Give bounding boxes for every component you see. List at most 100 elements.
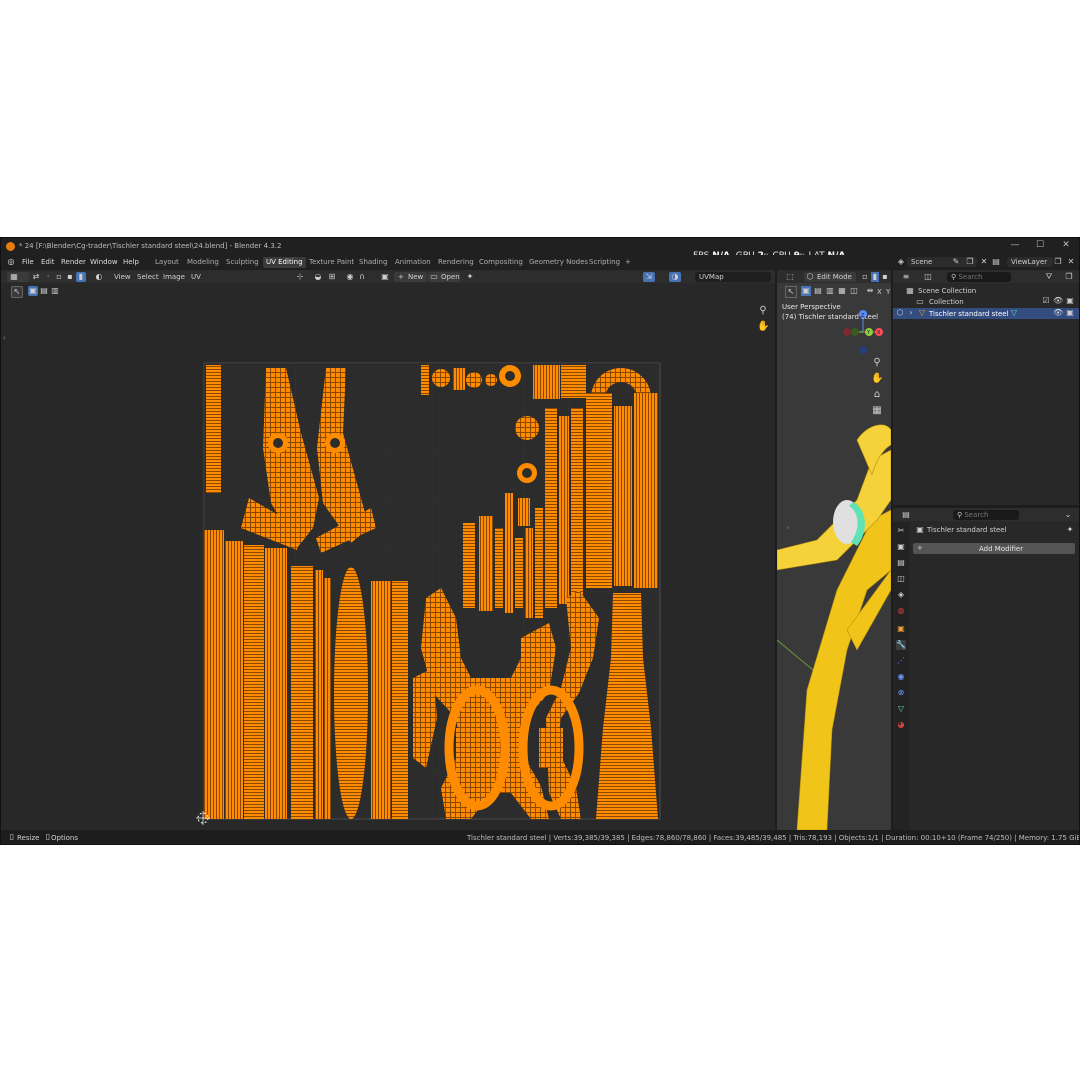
- properties-options-icon[interactable]: ⌄: [1063, 510, 1073, 520]
- delete-scene-icon[interactable]: ✕: [979, 257, 989, 267]
- tab-sculpting[interactable]: Sculpting: [223, 257, 262, 268]
- tab-uv-editing[interactable]: UV Editing: [263, 257, 306, 268]
- browse-image-icon[interactable]: ▣: [378, 272, 392, 282]
- vp-collapse-icon[interactable]: ‹: [787, 524, 790, 532]
- 3d-viewport-area[interactable]: ⬚ ⬡ Edit Mode ▫ ▮ ▪ ↖ ▣ ▤ ▥ ▦ ◫ ⇹ X Y Us…: [777, 270, 891, 830]
- toolbar-expand-icon[interactable]: ›: [3, 334, 6, 342]
- navigation-gizmo[interactable]: Z X Y: [843, 310, 883, 354]
- outliner-type-icon[interactable]: ≡: [899, 272, 913, 282]
- island-select-icon[interactable]: ▮: [76, 272, 86, 282]
- proportional-edit-icon[interactable]: ◉: [345, 272, 355, 282]
- new-view-layer-icon[interactable]: ❐: [1053, 257, 1063, 267]
- delete-view-layer-icon[interactable]: ✕: [1066, 257, 1076, 267]
- tab-animation[interactable]: Animation: [392, 257, 434, 268]
- constraints-tab-icon[interactable]: ⊗: [896, 688, 906, 698]
- tab-texture-paint[interactable]: Texture Paint: [306, 257, 357, 268]
- maximize-button[interactable]: ☐: [1031, 240, 1049, 252]
- scene-collection-label[interactable]: Scene Collection: [918, 287, 976, 295]
- edit-mode-row-icon[interactable]: ⬡: [895, 308, 905, 318]
- physics-tab-icon[interactable]: ◉: [896, 672, 906, 682]
- vp-camera-icon[interactable]: ⌂: [871, 390, 883, 400]
- uv-layout-drawing[interactable]: ›: [1, 298, 775, 830]
- object-render-icon[interactable]: ▣: [1065, 308, 1075, 318]
- tab-geometry-nodes[interactable]: Geometry Nodes: [526, 257, 591, 268]
- zoom-icon[interactable]: ⚲: [757, 306, 769, 316]
- menu-file[interactable]: File: [22, 258, 34, 266]
- select-tool-icon[interactable]: ↖: [11, 286, 23, 298]
- blender-menu-icon[interactable]: ◎: [6, 257, 16, 267]
- pivot-point-icon[interactable]: ⊹: [293, 272, 307, 282]
- select-new-icon[interactable]: ▣: [28, 286, 38, 296]
- collection-render-icon[interactable]: ▣: [1065, 296, 1075, 306]
- modifier-tab-icon[interactable]: 🔧: [896, 640, 906, 650]
- snap-target-icon[interactable]: ⊞: [325, 272, 339, 282]
- chair-mesh[interactable]: [777, 424, 891, 830]
- render-tab-icon[interactable]: ▣: [896, 542, 906, 552]
- pin-image-icon[interactable]: ✦: [465, 272, 475, 282]
- edge-select-icon[interactable]: ▫: [54, 272, 64, 282]
- menu-help[interactable]: Help: [123, 258, 139, 266]
- tab-shading[interactable]: Shading: [356, 257, 390, 268]
- collection-label[interactable]: Collection: [929, 298, 964, 306]
- properties-pin-icon[interactable]: ✦: [1065, 525, 1075, 535]
- mesh-data-icon[interactable]: ▽: [1009, 308, 1019, 318]
- pan-hand-icon[interactable]: ✋: [757, 322, 769, 332]
- outliner-search-input[interactable]: ⚲ Search: [947, 272, 1011, 282]
- menu-render[interactable]: Render: [61, 258, 86, 266]
- add-workspace-button[interactable]: +: [622, 257, 634, 268]
- outliner-area[interactable]: ≡ ◫ ⚲ Search ⛛ ❐ ▦ Scene Collection ▭ Co…: [893, 270, 1079, 505]
- properties-search-input[interactable]: ⚲ Search: [953, 510, 1019, 520]
- outliner-row-object[interactable]: ⬡ › ▽ Tischler standard steel ▽ 👁 ▣: [893, 308, 1079, 319]
- data-tab-icon[interactable]: ▽: [896, 704, 906, 714]
- uv-map-selector[interactable]: UVMap: [695, 272, 771, 282]
- tool-tab-icon[interactable]: ✂: [896, 526, 906, 536]
- vp-zoom-icon[interactable]: ⚲: [871, 358, 883, 368]
- properties-type-icon[interactable]: ▤: [899, 510, 913, 520]
- vp-pan-icon[interactable]: ✋: [871, 374, 883, 384]
- properties-area[interactable]: ▤ ⚲ Search ⌄ ✂ ▣ ▤ ◫ ◈ ◍ ▣ 🔧 ⋰ ◉ ⊗ ▽ ◕ ▣…: [893, 508, 1079, 830]
- view-layer-selector[interactable]: ViewLayer: [1007, 257, 1053, 267]
- collection-checkbox[interactable]: ☑: [1041, 296, 1051, 306]
- face-select-icon[interactable]: ▪: [65, 272, 75, 282]
- overlay-toggle-icon[interactable]: ◑: [669, 272, 681, 282]
- falloff-icon[interactable]: ∩: [357, 272, 367, 282]
- uv-menu-image[interactable]: Image: [163, 273, 185, 281]
- uv-editor-area[interactable]: ▦ ⇄ ⋅ ▫ ▪ ▮ ◐ View Select Image UV ⊹ ◒ ⊞…: [1, 270, 775, 830]
- collection-visibility-icon[interactable]: 👁: [1053, 296, 1063, 306]
- new-collection-icon[interactable]: ❐: [1063, 272, 1075, 282]
- tab-modeling[interactable]: Modeling: [184, 257, 222, 268]
- uv-menu-uv[interactable]: UV: [191, 273, 201, 281]
- particles-tab-icon[interactable]: ⋰: [896, 656, 906, 666]
- tab-compositing[interactable]: Compositing: [476, 257, 526, 268]
- material-tab-icon[interactable]: ◕: [896, 720, 906, 730]
- object-tab-icon[interactable]: ▣: [896, 624, 906, 634]
- snap-icon[interactable]: ◒: [311, 272, 325, 282]
- display-mode-icon[interactable]: ◫: [921, 272, 935, 282]
- menu-window[interactable]: Window: [90, 258, 118, 266]
- uv-canvas[interactable]: › ⚲ ✋: [1, 298, 775, 830]
- sync-selection-icon[interactable]: ⇄: [31, 272, 41, 282]
- expand-arrow-icon[interactable]: ›: [907, 308, 915, 318]
- viewport-scene[interactable]: Z X Y ‹: [777, 270, 891, 830]
- gizmo-toggle-icon[interactable]: ⇲: [643, 272, 655, 282]
- pin-icon[interactable]: ✎: [951, 257, 961, 267]
- minimize-button[interactable]: —: [1006, 240, 1024, 252]
- new-scene-icon[interactable]: ❐: [965, 257, 975, 267]
- tab-rendering[interactable]: Rendering: [435, 257, 477, 268]
- scene-tab-icon[interactable]: ◈: [896, 590, 906, 600]
- tab-layout[interactable]: Layout: [152, 257, 182, 268]
- select-subtract-icon[interactable]: ▥: [50, 286, 60, 296]
- add-modifier-button[interactable]: + Add Modifier: [913, 543, 1075, 554]
- tab-scripting[interactable]: Scripting: [586, 257, 623, 268]
- world-tab-icon[interactable]: ◍: [896, 606, 906, 616]
- object-visibility-icon[interactable]: 👁: [1053, 308, 1063, 318]
- vp-ortho-icon[interactable]: ▦: [871, 406, 883, 416]
- uv-menu-select[interactable]: Select: [137, 273, 159, 281]
- uv-menu-view[interactable]: View: [114, 273, 131, 281]
- view-layer-tab-icon[interactable]: ◫: [896, 574, 906, 584]
- select-extend-icon[interactable]: ▤: [39, 286, 49, 296]
- close-button[interactable]: ✕: [1057, 240, 1075, 252]
- menu-edit[interactable]: Edit: [41, 258, 55, 266]
- filter-icon[interactable]: ⛛: [1043, 272, 1055, 282]
- sticky-select-icon[interactable]: ◐: [92, 272, 106, 282]
